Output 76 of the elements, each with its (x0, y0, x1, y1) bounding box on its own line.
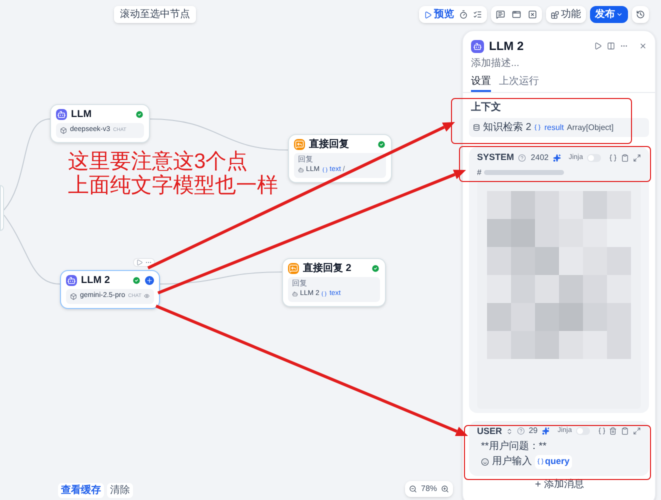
tooltip: 滚动至选中节点 (114, 6, 196, 23)
play-icon (424, 10, 432, 18)
connector-line (4, 214, 60, 284)
timer-icon[interactable] (459, 10, 468, 19)
model-icon (70, 292, 77, 300)
variable-icon[interactable] (609, 154, 617, 162)
token-count: 2402 (530, 152, 549, 164)
checklist-icon[interactable] (473, 10, 482, 19)
expand-icon[interactable] (633, 427, 642, 436)
model-icon (60, 126, 67, 134)
token-count: 29 (528, 425, 538, 438)
play-icon[interactable] (594, 42, 602, 50)
heading-mark: # (477, 166, 482, 178)
source-icon (292, 291, 298, 298)
clear-button[interactable]: 清除 (107, 483, 133, 498)
chat-icon[interactable] (496, 10, 505, 19)
description-field[interactable]: 添加描述... (471, 57, 647, 70)
context-source: 知识检索 2 (483, 120, 532, 135)
expand-icon[interactable] (633, 154, 641, 162)
context-chip[interactable]: 知识检索 2 result Array[Object] (469, 118, 649, 137)
variable-tag: query (535, 455, 572, 468)
variable-icon[interactable] (598, 427, 606, 436)
context-variable: result (544, 122, 564, 134)
panel-title: LLM 2 (489, 38, 525, 55)
close-icon[interactable] (639, 42, 647, 50)
history-icon (636, 10, 645, 19)
variable-icon (534, 124, 542, 131)
window-icon[interactable] (512, 10, 521, 19)
variable-icon (321, 291, 328, 298)
node-title: 直接回复 2 (303, 264, 352, 274)
llm-icon (66, 275, 77, 286)
panel-tab[interactable]: 设置 (471, 75, 491, 92)
caret-icon (616, 11, 623, 18)
zoom-in-icon[interactable] (441, 485, 450, 493)
input-name: 用户输入 (492, 455, 532, 468)
copy-icon[interactable] (621, 154, 629, 162)
zoom-out-icon[interactable] (409, 485, 417, 493)
add-handle-icon[interactable] (145, 276, 154, 285)
history-button[interactable] (632, 6, 649, 23)
blocks-icon (551, 10, 559, 18)
knowledge-icon (473, 124, 480, 131)
prompt-line: **用户问题：** (481, 440, 548, 453)
variable-icon (322, 167, 328, 174)
jinja-toggle[interactable] (576, 427, 590, 436)
publish-button[interactable]: 发布 (590, 6, 628, 23)
view-cache-button[interactable]: 查看缓存 (58, 483, 104, 498)
role-label[interactable]: USER (477, 424, 502, 438)
annotation-text: 这里要注意这3个点 上面纯文字模型也一样 (68, 150, 278, 198)
eye-icon (144, 293, 150, 300)
reply-icon (288, 263, 299, 274)
zoom-level[interactable]: 78% (421, 483, 438, 495)
delete-icon[interactable] (609, 427, 618, 436)
features-button[interactable]: 功能 (546, 6, 586, 23)
sparkle-icon[interactable] (542, 427, 550, 436)
plus-icon (534, 480, 542, 488)
llm-icon (471, 40, 484, 52)
role-select-icon[interactable] (506, 428, 513, 435)
llm-icon (56, 109, 67, 120)
jinja-toggle[interactable] (587, 154, 601, 162)
source-icon (298, 167, 304, 174)
more-icon[interactable] (145, 259, 152, 266)
copy-icon[interactable] (621, 427, 630, 436)
preview-button[interactable]: 预览 (424, 7, 454, 22)
context-type: Array[Object] (566, 122, 614, 134)
role-label[interactable]: SYSTEM (477, 151, 514, 164)
play-icon[interactable] (136, 259, 143, 266)
context-label: 上下文 (470, 100, 502, 115)
panel-tab[interactable]: 上次运行 (499, 75, 539, 92)
variable-icon (537, 458, 544, 466)
input-icon (481, 458, 489, 466)
sparkle-icon[interactable] (552, 154, 561, 162)
variable-box-icon[interactable] (528, 10, 537, 19)
node-title: 直接回复 (309, 140, 350, 150)
node-title: LLM (71, 110, 93, 120)
reply-icon (294, 139, 305, 150)
node-title: LLM 2 (81, 276, 111, 286)
